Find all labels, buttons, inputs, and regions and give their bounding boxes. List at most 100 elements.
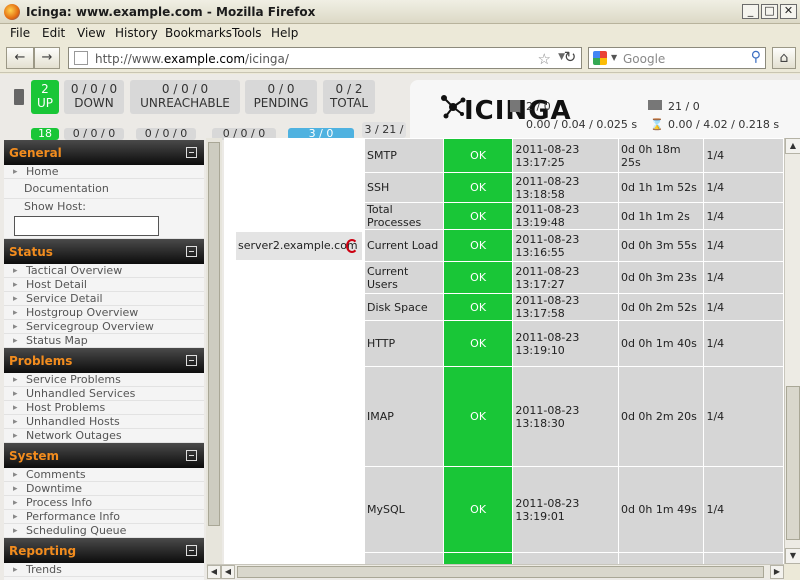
service-row[interactable]: SSH OK 2011-08-23 13:18:58 0d 1h 1m 52s 1/4: [364, 172, 784, 203]
service-row[interactable]: Total Processes OK 2011-08-23 13:19:48 0d 1…: [364, 202, 784, 230]
service-row[interactable]: [364, 552, 784, 564]
sidebar-item-documentation[interactable]: Documentation: [4, 179, 204, 199]
last-check-cell: 2011-08-23 13:17:27: [512, 261, 619, 294]
horizontal-scrollbar[interactable]: ◀ ◀ ▶: [207, 564, 784, 579]
sidebar-item-unhandled-hosts[interactable]: Unhandled Hosts: [4, 415, 204, 429]
sidebar-item-downtime[interactable]: Downtime: [4, 482, 204, 496]
duration-cell: 0d 0h 18m 25s: [617, 138, 705, 173]
collapse-icon[interactable]: [186, 355, 197, 366]
search-input[interactable]: ▼ Google ⚲: [588, 47, 766, 69]
show-host-input[interactable]: [14, 216, 159, 236]
sidebar-section-general[interactable]: General: [4, 140, 204, 165]
sidebar-item-status-map[interactable]: Status Map: [4, 334, 204, 348]
home-button[interactable]: ⌂: [772, 47, 796, 69]
service-row[interactable]: SMTP OK 2011-08-23 13:17:25 0d 0h 18m 25s 1/…: [364, 138, 784, 173]
service-total-status[interactable]: 3 / 21 /: [362, 122, 406, 138]
host-unreachable-status[interactable]: 0 / 0 / 0 UNREACHABLE: [130, 80, 240, 114]
maximize-button[interactable]: □: [761, 4, 778, 19]
service-name-cell[interactable]: HTTP: [364, 320, 444, 367]
sidebar-section-reporting[interactable]: Reporting: [4, 538, 204, 563]
collapse-icon[interactable]: [186, 246, 197, 257]
close-button[interactable]: ✕: [780, 4, 797, 19]
sidebar-item-comments[interactable]: Comments: [4, 468, 204, 482]
attempt-cell: 1/4: [703, 320, 784, 367]
service-row[interactable]: Current Users OK 2011-08-23 13:17:27 0d 0h …: [364, 261, 784, 294]
back-button[interactable]: ←: [6, 47, 34, 69]
navigation-toolbar: ← → http://www.example.com/icinga/ ☆ ▼ ↻…: [0, 43, 800, 73]
sidebar-item-tactical-overview[interactable]: Tactical Overview: [4, 264, 204, 278]
sidebar-item-host-detail[interactable]: Host Detail: [4, 278, 204, 292]
service-name-cell[interactable]: IMAP: [364, 366, 444, 467]
scroll-left-button[interactable]: ◀: [207, 565, 221, 579]
sidebar-item-home[interactable]: Home: [4, 165, 204, 179]
sidebar-item-service-detail[interactable]: Service Detail: [4, 292, 204, 306]
service-row[interactable]: IMAP OK 2011-08-23 13:18:30 0d 0h 2m 20s 1/4: [364, 366, 784, 467]
service-row[interactable]: Disk Space OK 2011-08-23 13:17:58 0d 0h 2m …: [364, 293, 784, 321]
sidebar-item-host-problems[interactable]: Host Problems: [4, 401, 204, 415]
sidebar-item-unhandled-services[interactable]: Unhandled Services: [4, 387, 204, 401]
sidebar-item-performance-info[interactable]: Performance Info: [4, 510, 204, 524]
service-name-cell[interactable]: SMTP: [364, 138, 444, 173]
scroll-up-button[interactable]: ▲: [785, 138, 800, 154]
host-name-cell[interactable]: server2.example.com: [236, 232, 362, 260]
service-name-cell[interactable]: Disk Space: [364, 293, 444, 321]
sidebar-item-trends[interactable]: Trends: [4, 563, 204, 577]
sidebar-item-hostgroup-overview[interactable]: Hostgroup Overview: [4, 306, 204, 320]
service-row[interactable]: MySQL OK 2011-08-23 13:19:01 0d 0h 1m 49s 1/…: [364, 466, 784, 553]
service-name-cell[interactable]: [364, 552, 444, 564]
google-icon[interactable]: [593, 51, 607, 65]
forward-button[interactable]: →: [34, 47, 60, 69]
service-row[interactable]: Current Load OK 2011-08-23 13:16:55 0d 0h 3…: [364, 229, 784, 262]
service-name-cell[interactable]: Total Processes: [364, 202, 444, 230]
sidebar-scrollbar[interactable]: [206, 138, 222, 568]
sidebar-item-scheduling-queue[interactable]: Scheduling Queue: [4, 524, 204, 538]
menu-history[interactable]: History: [115, 26, 158, 40]
search-icon[interactable]: ⚲: [751, 49, 761, 65]
service-name-cell[interactable]: Current Load: [364, 229, 444, 262]
menu-file[interactable]: File: [10, 26, 30, 40]
sidebar-section-system[interactable]: System: [4, 443, 204, 468]
sidebar-section-status[interactable]: Status: [4, 239, 204, 264]
sidebar-item-process-info[interactable]: Process Info: [4, 496, 204, 510]
minimize-button[interactable]: _: [742, 4, 759, 19]
menu-edit[interactable]: Edit: [42, 26, 65, 40]
service-warning-status[interactable]: 0 / 0 / 0: [64, 128, 124, 140]
search-engine-dropdown-icon[interactable]: ▼: [611, 53, 617, 62]
service-critical-status[interactable]: 0 / 0 / 0: [136, 128, 196, 140]
scroll-left-button-2[interactable]: ◀: [221, 565, 235, 579]
attempt-cell: 1/4: [703, 202, 784, 230]
sidebar-scrollbar-thumb[interactable]: [208, 142, 220, 526]
collapse-icon[interactable]: [186, 545, 197, 556]
menu-bookmarks[interactable]: Bookmarks: [165, 26, 232, 40]
menu-help[interactable]: Help: [271, 26, 298, 40]
service-ok-status[interactable]: 18: [31, 128, 59, 140]
host-down-status[interactable]: 0 / 0 / 0 DOWN: [64, 80, 124, 114]
sidebar-item-service-problems[interactable]: Service Problems: [4, 373, 204, 387]
url-bar[interactable]: http://www.example.com/icinga/ ☆ ▼: [68, 47, 582, 69]
vertical-scrollbar-thumb[interactable]: [786, 386, 800, 540]
service-name-cell[interactable]: MySQL: [364, 466, 444, 553]
scroll-down-button[interactable]: ▼: [785, 548, 800, 564]
services-active-value: 21 / 0: [668, 100, 700, 113]
host-up-status[interactable]: 2 UP: [31, 80, 59, 114]
service-name-cell[interactable]: Current Users: [364, 261, 444, 294]
vertical-scrollbar[interactable]: ▲ ▼: [784, 138, 800, 564]
horizontal-scrollbar-thumb[interactable]: [237, 566, 764, 578]
service-row[interactable]: HTTP OK 2011-08-23 13:19:10 0d 0h 1m 40s 1/4: [364, 320, 784, 367]
collapse-icon[interactable]: [186, 450, 197, 461]
scroll-right-button[interactable]: ▶: [770, 565, 784, 579]
sidebar-item-servicegroup-overview[interactable]: Servicegroup Overview: [4, 320, 204, 334]
host-pending-status[interactable]: 0 / 0 PENDING: [245, 80, 317, 114]
bookmark-star-icon[interactable]: ☆: [538, 50, 551, 68]
host-total-status[interactable]: 0 / 2 TOTAL: [323, 80, 375, 114]
sidebar-section-problems[interactable]: Problems: [4, 348, 204, 373]
service-name-cell[interactable]: SSH: [364, 172, 444, 203]
attempt-cell: 1/4: [703, 229, 784, 262]
window-titlebar[interactable]: Icinga: www.example.com - Mozilla Firefo…: [0, 0, 800, 24]
reload-button[interactable]: ↻: [558, 47, 582, 69]
collapse-icon[interactable]: [186, 147, 197, 158]
menu-view[interactable]: View: [77, 26, 105, 40]
sidebar-item-network-outages[interactable]: Network Outages: [4, 429, 204, 443]
duration-cell: 0d 0h 1m 49s: [617, 466, 705, 553]
menu-tools[interactable]: Tools: [232, 26, 262, 40]
